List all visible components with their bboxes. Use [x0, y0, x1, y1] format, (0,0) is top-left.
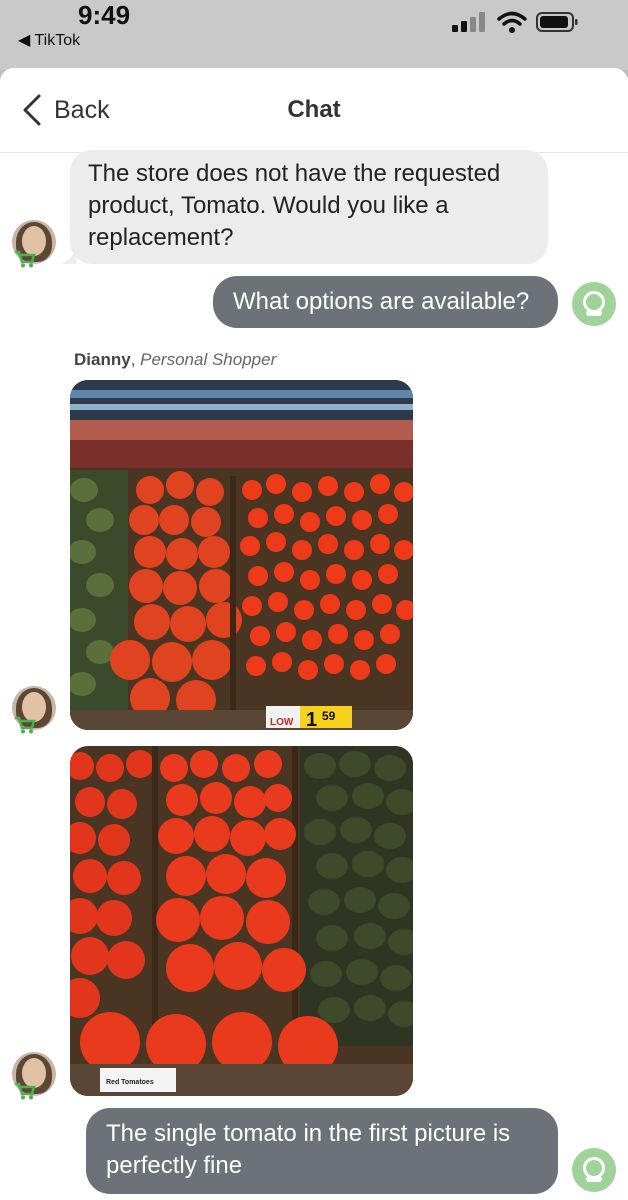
photo-red-tomatoes[interactable]: Red Tomatoes — [70, 746, 413, 1096]
price-tag-label: LOW — [270, 717, 294, 728]
photo-image: LOW 1 59 — [70, 380, 413, 730]
photo-tomatoes-vine[interactable]: LOW 1 59 — [70, 380, 413, 730]
message-bubble-outgoing: What options are available? — [213, 276, 558, 328]
chat-sheet: Back Chat The store does not have the re… — [0, 68, 628, 1200]
signal-icon — [452, 12, 485, 32]
product-label: Red Tomatoes — [106, 1079, 154, 1086]
message-text: What options are available? — [233, 288, 530, 315]
cart-icon — [15, 716, 36, 734]
message-text: The store does not have the requested pr… — [88, 160, 501, 251]
price-dollars: 1 — [306, 709, 317, 730]
sender-name: Dianny — [74, 350, 131, 369]
cart-icon — [15, 250, 36, 268]
sender-label: Dianny, Personal Shopper — [74, 350, 277, 369]
message-bubble-outgoing: The single tomato in the first picture i… — [86, 1108, 558, 1194]
user-avatar-icon[interactable] — [572, 282, 616, 326]
user-avatar-icon[interactable] — [572, 1148, 616, 1192]
battery-icon — [536, 12, 578, 32]
sender-role: Personal Shopper — [140, 350, 277, 369]
bubble-tail — [62, 250, 76, 264]
message-text: The single tomato in the first picture i… — [106, 1120, 511, 1179]
back-to-app-link[interactable]: ◀ TikTok — [18, 30, 80, 50]
message-bubble-incoming: The store does not have the requested pr… — [70, 150, 548, 264]
nav-bar: Back Chat — [0, 68, 628, 153]
price-cents: 59 — [322, 709, 336, 723]
cart-icon — [15, 1082, 36, 1100]
wifi-icon — [497, 11, 527, 33]
status-bar: 9:49 ◀ TikTok — [0, 0, 628, 70]
photo-image: Red Tomatoes — [70, 746, 413, 1096]
page-title: Chat — [287, 96, 341, 123]
status-time: 9:49 — [78, 0, 131, 30]
